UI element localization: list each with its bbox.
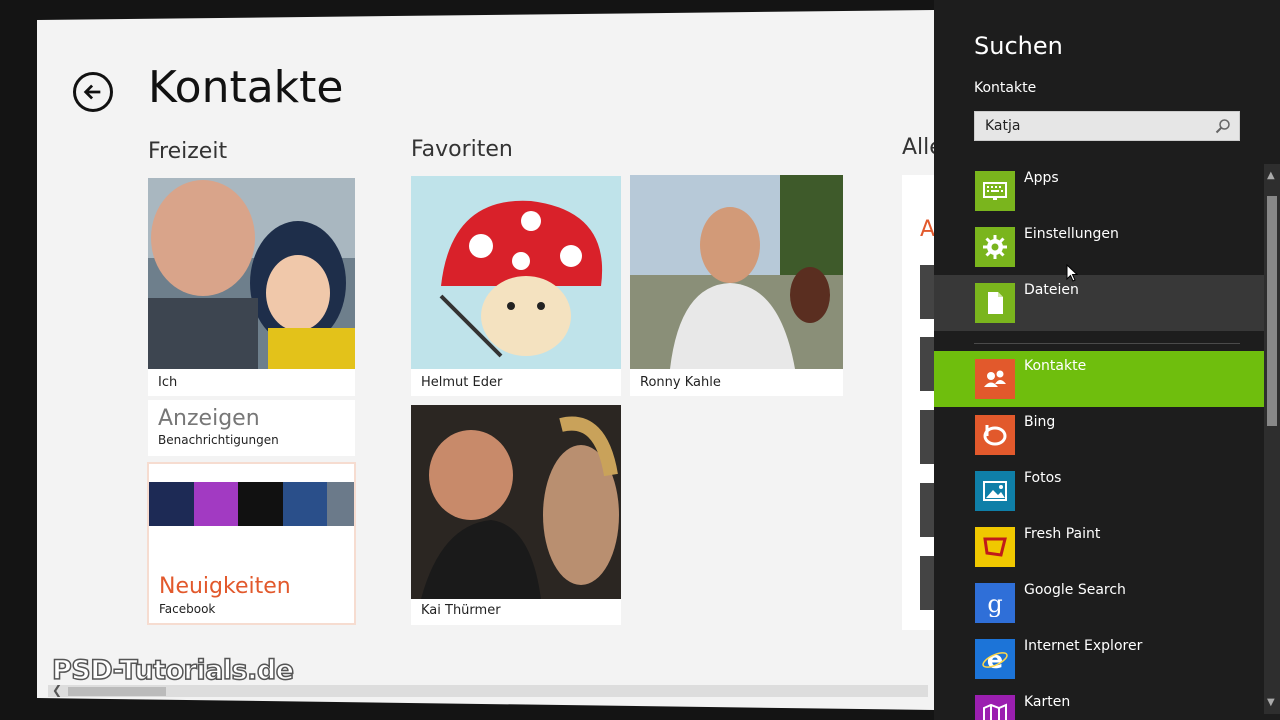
notifications-tile[interactable]: Anzeigen Benachrichtigungen: [148, 400, 355, 456]
all-contacts-column: A: [902, 175, 934, 630]
scrollbar-thumb[interactable]: [1267, 196, 1277, 426]
group-title-alle: Alle: [902, 135, 934, 160]
notifications-title: Anzeigen: [158, 406, 260, 431]
ie-icon: e: [982, 646, 1008, 673]
bing-icon: [983, 425, 1007, 446]
app-icon-tile: [975, 283, 1015, 323]
search-app-dateien[interactable]: Dateien: [934, 275, 1264, 331]
app-label: Fresh Paint: [1024, 526, 1101, 542]
contact-name: Kai Thürmer: [421, 603, 501, 618]
contact-tile-ich[interactable]: Ich: [148, 178, 355, 396]
file-icon: [988, 292, 1003, 314]
group-title-freizeit: Freizeit: [148, 139, 228, 164]
google-icon: g: [987, 590, 1002, 617]
news-image-strip: [149, 482, 354, 526]
scrollbar-thumb[interactable]: [68, 687, 166, 696]
page-title: Kontakte: [148, 62, 344, 113]
map-icon: [983, 703, 1007, 720]
contact-thumbnail[interactable]: [920, 556, 934, 610]
app-label: Internet Explorer: [1024, 638, 1143, 654]
app-icon-tile: [975, 171, 1015, 211]
app-icon-tile: [975, 471, 1015, 511]
contact-tile-ronny-kahle[interactable]: Ronny Kahle: [630, 175, 843, 396]
search-app-apps[interactable]: Apps: [934, 163, 1264, 219]
app-label: Dateien: [1024, 282, 1079, 298]
search-app-google-search[interactable]: g Google Search: [934, 575, 1264, 631]
app-icon-tile: [975, 415, 1015, 455]
app-icon-tile: [975, 359, 1015, 399]
app-label: Einstellungen: [1024, 226, 1119, 242]
keyboard-icon: [983, 182, 1007, 200]
news-title: Neuigkeiten: [159, 574, 291, 599]
contact-tile-kai-thuermer[interactable]: Kai Thürmer: [411, 405, 621, 625]
app-label: Apps: [1024, 170, 1059, 186]
app-label: Fotos: [1024, 470, 1062, 486]
search-app-bing[interactable]: Bing: [934, 407, 1264, 463]
app-icon-tile: [975, 227, 1015, 267]
contact-photo: [148, 178, 355, 369]
watermark-logo: PSD-Tutorials.de: [51, 654, 295, 687]
search-scope: Kontakte: [974, 80, 1037, 96]
contact-name: Ich: [158, 375, 178, 390]
screen: Kontakte Freizeit Favoriten Alle Ich Anz…: [0, 0, 1280, 720]
gear-icon: [983, 235, 1007, 259]
contact-name: Ronny Kahle: [640, 375, 721, 390]
search-charm: Suchen Kontakte Apps: [934, 0, 1280, 720]
app-icon-tile: g: [975, 583, 1015, 623]
search-input[interactable]: [975, 112, 1205, 140]
search-icon[interactable]: [1215, 118, 1231, 134]
back-button[interactable]: [73, 72, 113, 112]
contact-thumbnail[interactable]: [920, 265, 934, 319]
app-icon-tile: [975, 527, 1015, 567]
search-app-internet-explorer[interactable]: e Internet Explorer: [934, 631, 1264, 687]
app-label: Kontakte: [1024, 358, 1087, 374]
search-app-fresh-paint[interactable]: Fresh Paint: [934, 519, 1264, 575]
vertical-scrollbar[interactable]: ▲ ▼: [1264, 164, 1280, 714]
app-label: Karten: [1024, 694, 1071, 710]
contact-photo: [411, 405, 621, 599]
news-tile[interactable]: Neuigkeiten Facebook: [147, 462, 356, 625]
group-title-favoriten: Favoriten: [411, 137, 513, 162]
contact-name: Helmut Eder: [421, 375, 503, 390]
app-icon-tile: e: [975, 639, 1015, 679]
search-app-karten[interactable]: Karten: [934, 687, 1264, 720]
news-subtitle: Facebook: [159, 602, 216, 616]
contact-thumbnail[interactable]: [920, 410, 934, 464]
search-app-fotos[interactable]: Fotos: [934, 463, 1264, 519]
svg-text:e: e: [987, 646, 1003, 673]
search-box[interactable]: [974, 111, 1240, 141]
divider: [974, 343, 1240, 344]
scroll-down-icon[interactable]: ▼: [1267, 697, 1275, 708]
people-icon: [984, 370, 1006, 387]
contact-photo: [630, 175, 843, 369]
contact-photo: [411, 176, 621, 369]
charm-title: Suchen: [974, 32, 1063, 60]
horizontal-scrollbar[interactable]: ❮: [48, 683, 928, 697]
search-app-einstellungen[interactable]: Einstellungen: [934, 219, 1264, 275]
contact-thumbnail[interactable]: [920, 337, 934, 391]
app-label: Bing: [1024, 414, 1056, 430]
search-app-kontakte[interactable]: Kontakte: [934, 351, 1264, 407]
scroll-up-icon[interactable]: ▲: [1267, 170, 1275, 181]
photo-icon: [983, 481, 1007, 501]
app-icon-tile: [975, 695, 1015, 720]
svg-text:g: g: [987, 590, 1002, 617]
alphabet-letter: A: [920, 217, 936, 242]
paint-icon: [983, 537, 1007, 557]
notifications-subtitle: Benachrichtigungen: [158, 433, 279, 447]
mouse-cursor-icon: [1066, 264, 1078, 282]
contact-thumbnail[interactable]: [920, 483, 934, 537]
app-label: Google Search: [1024, 582, 1126, 598]
contact-tile-helmut-eder[interactable]: Helmut Eder: [411, 176, 621, 396]
arrow-left-icon: [83, 84, 101, 100]
